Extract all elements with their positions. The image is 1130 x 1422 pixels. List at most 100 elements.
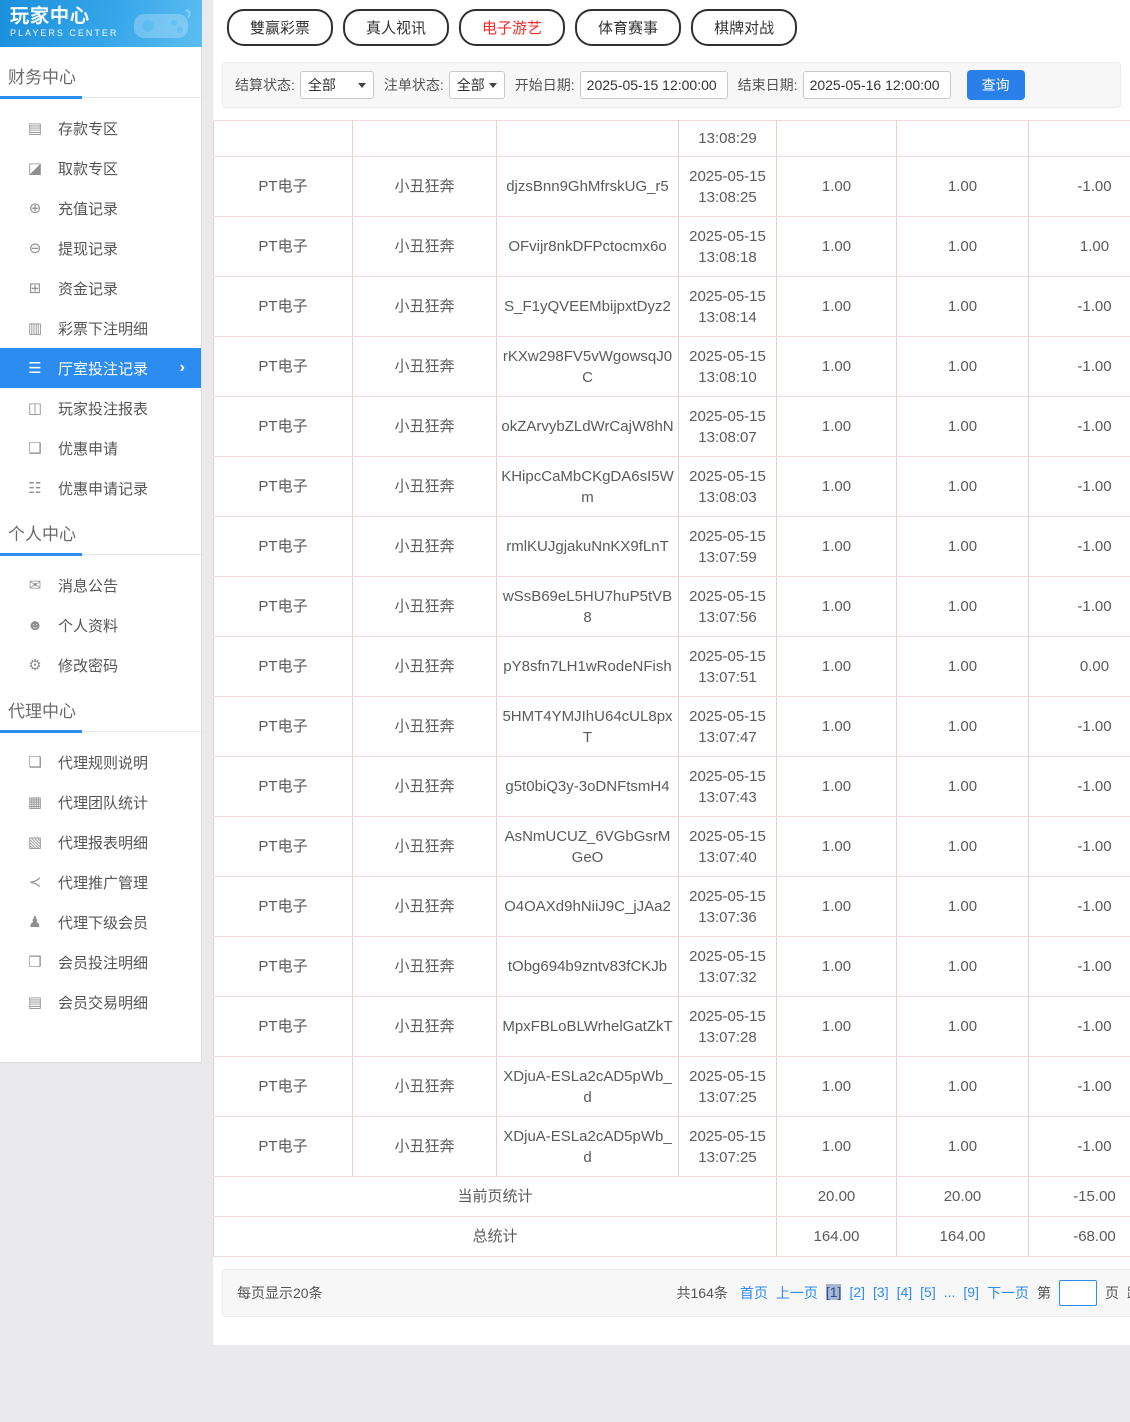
bet-time-cell: 2025-05-15 13:07:43 (679, 757, 777, 817)
order-id-cell: OFvijr8nkDFPctocmx6o (497, 217, 679, 277)
order-id-cell: MpxFBLoBLWrhelGatZkT (497, 997, 679, 1057)
page-link[interactable]: [3] (873, 1284, 889, 1300)
promo-apply-record-icon: ☷ (25, 479, 45, 497)
sidebar: 玩家中心 PLAYERS CENTER 财务中心 ▤ 存款专区 ◪ 取款专区 ⊕… (0, 0, 202, 1063)
order-id-cell: O4OAXd9hNiiJ9C_jJAa2 (497, 877, 679, 937)
order-id-cell: XDjuA-ESLa2cAD5pWb_d (497, 1117, 679, 1177)
provider-cell: PT电子 (214, 277, 353, 337)
sidebar-item[interactable]: ✉ 消息公告 (0, 565, 201, 605)
table-row: PT电子 小丑狂奔 AsNmUCUZ_6VGbGsrMGeO 2025-05-1… (214, 817, 1130, 877)
result-amount-cell: -1.00 (1029, 397, 1130, 457)
result-amount-cell: -1.00 (1029, 277, 1130, 337)
bet-amount-cell: 1.00 (777, 1057, 897, 1117)
sidebar-item[interactable]: ☷ 优惠申请记录 (0, 468, 201, 508)
page-link[interactable]: [9] (963, 1284, 979, 1300)
sidebar-section-title: 个人中心 (0, 508, 201, 554)
first-page-link[interactable]: 首页 (740, 1283, 768, 1303)
sidebar-item[interactable]: ◪ 取款专区 (0, 148, 201, 188)
sidebar-item[interactable]: ▥ 彩票下注明细 (0, 308, 201, 348)
valid-amount-cell: 1.00 (897, 517, 1029, 577)
sidebar-item[interactable]: ❏ 代理规则说明 (0, 742, 201, 782)
sidebar-item[interactable]: ≺ 代理推广管理 (0, 862, 201, 902)
end-date-input[interactable] (803, 71, 951, 99)
order-status-select[interactable]: 全部 (449, 71, 505, 99)
sidebar-item[interactable]: ▦ 代理团队统计 (0, 782, 201, 822)
table-row: PT电子 小丑狂奔 rmlKUJgjakuNnKX9fLnT 2025-05-1… (214, 517, 1130, 577)
table-row: PT电子 小丑狂奔 djzsBnn9GhMfrskUG_r5 2025-05-1… (214, 157, 1130, 217)
sidebar-item[interactable]: ⊕ 充值记录 (0, 188, 201, 228)
withdrawal-record-icon: ⊖ (25, 239, 45, 257)
category-tab[interactable]: 雙赢彩票 (227, 9, 333, 46)
member-transaction-detail-icon: ▤ (25, 993, 45, 1011)
page-link[interactable]: [5] (920, 1284, 936, 1300)
bet-time-cell: 2025-05-15 13:08:07 (679, 397, 777, 457)
game-cell: 小丑狂奔 (353, 937, 497, 997)
provider-cell: PT电子 (214, 217, 353, 277)
sidebar-sections: 财务中心 ▤ 存款专区 ◪ 取款专区 ⊕ 充值记录 ⊖ 提现记录 ⊞ 资金记录 … (0, 47, 202, 1063)
sidebar-item[interactable]: ❒ 会员投注明细 (0, 942, 201, 982)
bet-time-cell: 2025-05-15 13:07:25 (679, 1117, 777, 1177)
page-size-text: 每页显示20条 (237, 1283, 323, 1303)
share-icon: ≺ (25, 873, 45, 891)
bet-time-cell: 2025-05-15 13:07:40 (679, 817, 777, 877)
settle-status-select[interactable]: 全部 (300, 71, 374, 99)
provider-cell: PT电子 (214, 397, 353, 457)
page-link[interactable]: ... (944, 1284, 956, 1300)
page-summary-valid: 20.00 (897, 1177, 1029, 1217)
provider-cell: PT电子 (214, 337, 353, 397)
search-button[interactable]: 查询 (967, 70, 1025, 100)
total-summary-bet: 164.00 (777, 1217, 897, 1257)
bet-amount-cell: 1.00 (777, 337, 897, 397)
total-summary-label: 总统计 (214, 1217, 777, 1257)
sidebar-item[interactable]: ❑ 优惠申请 (0, 428, 201, 468)
section-divider (0, 731, 201, 732)
goto-page-input[interactable] (1059, 1280, 1097, 1306)
order-id-cell: KHipcCaMbCKgDA6sI5Wm (497, 457, 679, 517)
result-amount-cell: -1.00 (1029, 457, 1130, 517)
order-id-cell: rmlKUJgjakuNnKX9fLnT (497, 517, 679, 577)
sidebar-item[interactable]: ⊖ 提现记录 (0, 228, 201, 268)
end-date-label: 结束日期: (738, 75, 798, 95)
game-cell: 小丑狂奔 (353, 397, 497, 457)
category-tab[interactable]: 体育赛事 (575, 9, 681, 46)
order-id-cell: okZArvybZLdWrCajW8hN (497, 397, 679, 457)
sidebar-item[interactable]: ▤ 会员交易明细 (0, 982, 201, 1022)
prev-page-link[interactable]: 上一页 (776, 1283, 818, 1303)
bet-time-cell: 2025-05-15 13:07:32 (679, 937, 777, 997)
total-summary-row: 总统计 164.00 164.00 -68.00 (214, 1217, 1130, 1257)
sidebar-item[interactable]: ◫ 玩家投注报表 (0, 388, 201, 428)
sidebar-item[interactable]: ⊞ 资金记录 (0, 268, 201, 308)
category-tab[interactable]: 电子游艺 (459, 9, 565, 46)
next-page-link[interactable]: 下一页 (987, 1283, 1029, 1303)
page-link[interactable]: [2] (849, 1284, 865, 1300)
game-cell: 小丑狂奔 (353, 457, 497, 517)
sidebar-item[interactable]: ☻ 个人资料 (0, 605, 201, 645)
bet-amount-cell: 1.00 (777, 697, 897, 757)
valid-amount-cell: 1.00 (897, 397, 1029, 457)
category-tab[interactable]: 棋牌对战 (691, 9, 797, 46)
sidebar-item[interactable]: ☰ 厅室投注记录 › (0, 348, 201, 388)
bet-time-cell: 2025-05-15 13:07:28 (679, 997, 777, 1057)
agent-rules-doc-icon: ❏ (25, 753, 45, 771)
result-amount-cell: -1.00 (1029, 877, 1130, 937)
settle-status-label: 结算状态: (235, 75, 295, 95)
category-tab[interactable]: 真人视讯 (343, 9, 449, 46)
bet-amount-cell: 1.00 (777, 1117, 897, 1177)
total-count-text: 共164条 (677, 1283, 728, 1303)
section-divider (0, 97, 201, 98)
order-id-cell: wSsB69eL5HU7huP5tVB8 (497, 577, 679, 637)
sidebar-item[interactable]: ⚙ 修改密码 (0, 645, 201, 685)
valid-amount-cell: 1.00 (897, 1057, 1029, 1117)
sidebar-item[interactable]: ▤ 存款专区 (0, 108, 201, 148)
valid-amount-cell: 1.00 (897, 1117, 1029, 1177)
page-link-current[interactable]: [1] (826, 1284, 842, 1300)
valid-amount-cell: 1.00 (897, 277, 1029, 337)
hall-bet-record-icon: ☰ (25, 359, 45, 377)
sidebar-item[interactable]: ▧ 代理报表明细 (0, 822, 201, 862)
sidebar-item[interactable]: ♟ 代理下级会员 (0, 902, 201, 942)
bet-amount-cell: 1.00 (777, 577, 897, 637)
start-date-input[interactable] (580, 71, 728, 99)
sidebar-section: 个人中心 ✉ 消息公告 ☻ 个人资料 ⚙ 修改密码 (0, 508, 201, 685)
page-link[interactable]: [4] (897, 1284, 913, 1300)
order-id-cell: g5t0biQ3y-3oDNFtsmH4 (497, 757, 679, 817)
